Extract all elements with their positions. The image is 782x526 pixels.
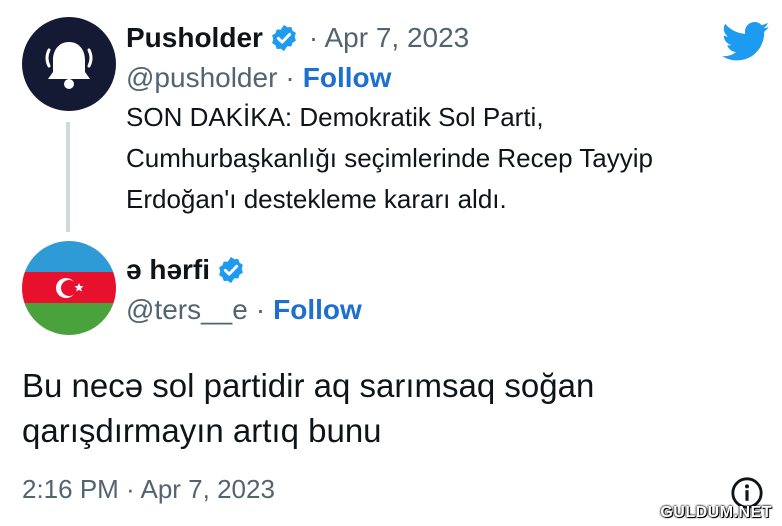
site-watermark: GULDUM.NET <box>660 504 772 521</box>
reply-header: ə hərfi <box>126 252 246 288</box>
tweet-text-line: SON DAKİKA: Demokratik Sol Parti, <box>126 102 544 132</box>
follow-button[interactable]: Follow <box>273 294 362 326</box>
separator-dot: · <box>285 62 295 93</box>
author-name[interactable]: Pusholder <box>126 22 263 54</box>
twitter-bird-icon[interactable] <box>722 22 770 62</box>
tweet-text-line: Cumhurbaşkanlığı seçimlerinde Recep Tayy… <box>126 143 653 173</box>
reply-handle-row: @ters__e · Follow <box>126 292 362 328</box>
follow-button[interactable]: Follow <box>303 62 392 94</box>
bell-icon <box>45 42 93 89</box>
reply-text: Bu necə sol partidir aq sarımsaq soğan q… <box>22 363 762 453</box>
reply-timestamp[interactable]: 2:16 PM · Apr 7, 2023 <box>22 474 275 505</box>
tweet-header: Pusholder · Apr 7, 2023 <box>126 20 469 56</box>
reply-author-handle[interactable]: @ters__e <box>126 294 248 326</box>
tweet-handle-row: @pusholder · Follow <box>126 60 391 96</box>
tweet-text: SON DAKİKA: Demokratik Sol Parti, Cumhur… <box>126 97 756 220</box>
reply-author-name[interactable]: ə hərfi <box>126 254 210 286</box>
verified-badge-icon <box>219 256 243 284</box>
separator-dot: · <box>255 294 266 325</box>
tweet-date[interactable]: · Apr 7, 2023 <box>309 22 469 54</box>
reply-text-line: Bu necə sol partidir aq sarımsaq soğan <box>22 367 595 404</box>
thread-connector-line <box>66 122 70 232</box>
reply-text-line: qarışdırmayın artıq bunu <box>22 412 382 449</box>
reply-avatar[interactable] <box>22 241 116 335</box>
author-handle[interactable]: @pusholder <box>126 62 277 94</box>
verified-badge-icon <box>272 24 296 52</box>
azerbaijan-flag-icon <box>22 241 116 335</box>
tweet-text-line: Erdoğan'ı destekleme kararı aldı. <box>126 184 507 214</box>
pusholder-avatar[interactable] <box>22 17 116 111</box>
